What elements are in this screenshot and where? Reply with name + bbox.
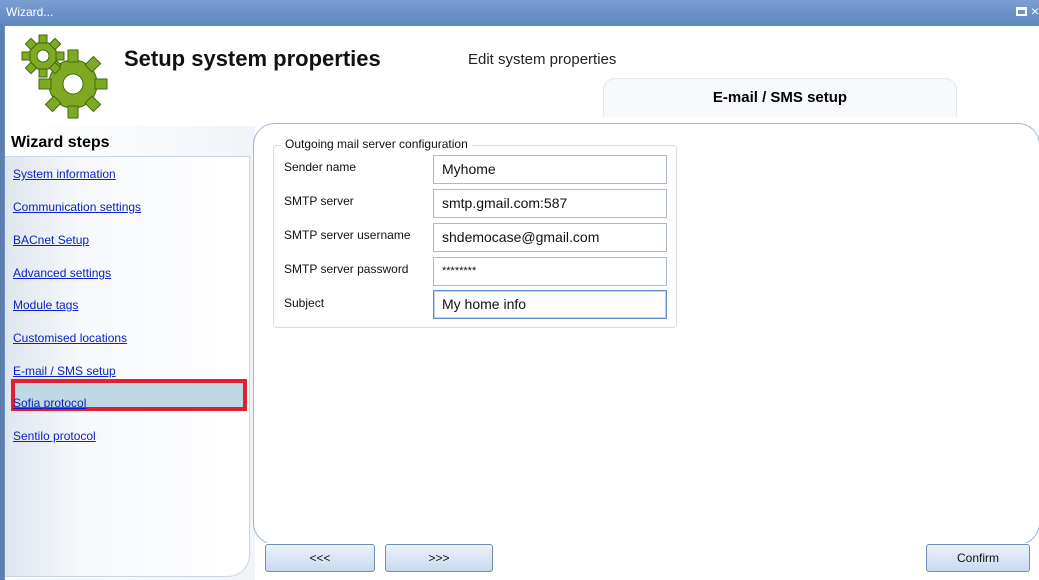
window-title: Wizard... — [6, 5, 54, 19]
wizard-window: Setup system properties Edit system prop… — [4, 26, 1039, 580]
mail-server-group-title: Outgoing mail server configuration — [281, 137, 472, 151]
step-module-tags[interactable]: Module tags — [13, 298, 78, 312]
smtp-username-label: SMTP server username — [284, 228, 411, 242]
close-icon[interactable]: × — [1031, 3, 1039, 19]
wizard-steps-footer — [5, 450, 250, 577]
subject-label: Subject — [284, 296, 325, 310]
wizard-steps-panel: Wizard steps System information Communic… — [5, 126, 255, 580]
restore-icon[interactable] — [1016, 7, 1027, 16]
page-title: Setup system properties — [124, 46, 381, 71]
step-system-information[interactable]: System information — [13, 167, 116, 181]
step-sofia-protocol[interactable]: Sofia protocol — [13, 396, 86, 410]
previous-button[interactable]: <<< — [265, 544, 375, 572]
gear-icon — [21, 34, 108, 119]
smtp-password-label: SMTP server password — [284, 262, 409, 276]
smtp-username-field[interactable]: shdemocase@gmail.com — [433, 223, 667, 252]
sender-name-label: Sender name — [284, 160, 357, 174]
step-advanced-settings[interactable]: Advanced settings — [13, 266, 111, 280]
smtp-server-label: SMTP server — [284, 194, 354, 208]
wizard-steps-list: System information Communication setting… — [5, 156, 250, 452]
step-communication-settings[interactable]: Communication settings — [13, 200, 141, 214]
wizard-steps-title: Wizard steps — [11, 134, 110, 151]
smtp-password-field[interactable]: ******** — [433, 257, 667, 286]
page-subtitle: Edit system properties — [468, 51, 617, 68]
step-bacnet-setup[interactable]: BACnet Setup — [13, 233, 89, 247]
confirm-button[interactable]: Confirm — [926, 544, 1030, 572]
step-sentilo-protocol[interactable]: Sentilo protocol — [13, 429, 96, 443]
smtp-server-field[interactable]: smtp.gmail.com:587 — [433, 189, 667, 218]
next-button[interactable]: >>> — [385, 544, 493, 572]
subject-field[interactable]: My home info — [433, 290, 667, 319]
step-customised-locations[interactable]: Customised locations — [13, 331, 127, 345]
window-titlebar: Wizard... × — [0, 0, 1039, 26]
tab-email-sms-setup: E-mail / SMS setup — [603, 78, 957, 117]
wizard-header: Setup system properties Edit system prop… — [5, 26, 1039, 126]
sender-name-field[interactable]: Myhome — [433, 155, 667, 184]
step-email-sms-setup[interactable]: E-mail / SMS setup — [13, 364, 116, 378]
